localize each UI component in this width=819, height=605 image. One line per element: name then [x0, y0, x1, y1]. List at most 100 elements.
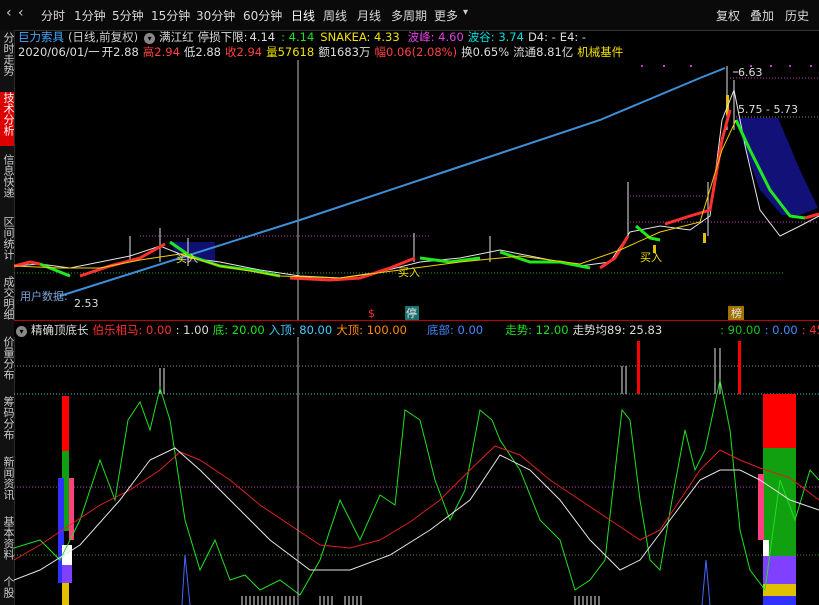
top-signals [159, 348, 721, 394]
marker-list: 榜 [731, 306, 742, 320]
quote-turnover: 换0.65% [461, 45, 510, 59]
sidebar-tab-fenshi[interactable]: 分时走势 [0, 32, 14, 86]
sep-value: : 4.14 [281, 30, 315, 44]
marker-s: $ [368, 307, 375, 320]
quote-line: 2020/06/01/一 开2.88 高2.94 低2.88 收2.94 量57618 额1… [18, 44, 627, 60]
high-price-label: 6.63 [738, 66, 763, 79]
left-bar-yellow [62, 583, 69, 605]
period-tab-monthly[interactable]: 月线 [357, 7, 381, 24]
top-dot [663, 65, 665, 67]
sidebar-tab-price-vol[interactable]: 价量分布 [0, 336, 14, 390]
red-spike [738, 341, 741, 394]
right-bar-red [763, 394, 796, 448]
zoushi-value: 走势: 12.00 [505, 323, 569, 337]
blue-signal [181, 554, 191, 605]
snakea-value: SNAKEA: 4.33 [320, 30, 400, 44]
quote-volume: 量57618 [266, 45, 315, 59]
v0-value: : 0.00 [764, 323, 798, 337]
period-tab-1min[interactable]: 1分钟 [74, 7, 106, 24]
quote-date: 2020/06/01/一 [18, 45, 100, 59]
quote-sector[interactable]: 机械基件 [577, 45, 623, 59]
fuquan-button[interactable]: 复权 [716, 7, 740, 24]
top-dot [770, 65, 772, 67]
sidebar-tab-basic[interactable]: 基本资料 [0, 516, 14, 570]
chart-mode: (日线,前复权) [68, 30, 139, 44]
red-spike [637, 341, 640, 394]
indicator-values: ▾ 精确顶底长 伯乐相马: 0.00: 1.00 底: 20.00 入顶: 80.00 大… [16, 322, 819, 338]
chevron-left-icon[interactable]: ‹ [6, 5, 12, 21]
quote-float: 流通8.81亿 [513, 45, 574, 59]
sidebar-tab-chips[interactable]: 筹码分布 [0, 396, 14, 450]
quote-change: 幅0.06(2.08%) [374, 45, 458, 59]
chevron-left-icon-2[interactable]: ‹ [18, 5, 24, 21]
quote-close: 收2.94 [225, 45, 263, 59]
indicator-header: ▾ 精确顶底长 伯乐相马: 0.00: 1.00 底: 20.00 入顶: 80.00 大… [14, 320, 819, 337]
buy-signal-2: 买入 [398, 266, 420, 279]
period-tab-30min[interactable]: 30分钟 [196, 7, 235, 24]
price-chart[interactable]: 买入 买入 买入 6.63 5.75 - 5.73 2.53 用户数据: $ 停… [14, 60, 819, 320]
bottom-blue-signals [181, 554, 711, 605]
marker-stop: 停 [406, 306, 417, 320]
left-bar-pink [69, 478, 74, 540]
v45-value: : 45.00 [801, 323, 819, 337]
period-tab-multi[interactable]: 多周期 [391, 7, 427, 24]
sidebar-tab-info[interactable]: 新闻资讯 [0, 456, 14, 510]
quote-amount: 额1683万 [318, 45, 371, 59]
dibu-value: 底部: 0.00 [426, 323, 484, 337]
overlay-button[interactable]: 叠加 [750, 7, 774, 24]
stop-value: 4.14 [249, 30, 276, 44]
sidebar-tab-technical[interactable]: 技术分析 [0, 92, 14, 146]
top-dot [789, 65, 791, 67]
right-bar-green [763, 448, 796, 556]
right-bar-white [763, 540, 769, 556]
buy-signal-3: 买入 [640, 251, 662, 264]
quote-high: 高2.94 [142, 45, 180, 59]
indicator-dropdown-icon[interactable]: ▾ [144, 33, 156, 44]
v90-value: : 90.00 [720, 323, 761, 337]
e4-value: E4: - [559, 30, 587, 44]
avg-white-line [14, 447, 819, 581]
di-value: 底: 20.00 [212, 323, 265, 337]
trough-value: 波谷: 3.74 [467, 30, 524, 44]
sidebar-tab-range[interactable]: 区间统计 [0, 216, 14, 270]
bottom-ticks [241, 596, 600, 605]
right-bar-pink [758, 474, 764, 540]
chevron-down-icon[interactable]: ▾ [463, 7, 468, 18]
sidebar-tab-trades[interactable]: 成交明细 [0, 276, 14, 330]
sidebar-tab-stock[interactable]: 个股 [0, 576, 14, 605]
top-dot [810, 65, 812, 67]
low-price-label: 2.53 [74, 297, 99, 310]
indicator-name[interactable]: 满江红 [159, 30, 194, 44]
sidebar-tab-news[interactable]: 信息快递 [0, 154, 14, 208]
left-bar-purple [62, 565, 72, 583]
period-tab-daily[interactable]: 日线 [291, 7, 315, 24]
price-line [14, 88, 819, 279]
trend-green-seg [499, 250, 591, 270]
period-tab-weekly[interactable]: 周线 [323, 7, 347, 24]
watermark-text: 用户数据: [20, 289, 68, 303]
bole-value: 伯乐相马: 0.00 [92, 323, 172, 337]
indicator-dropdown-icon-2[interactable]: ▾ [16, 326, 27, 337]
reference-lines [14, 77, 819, 274]
period-tab-5min[interactable]: 5分钟 [112, 7, 144, 24]
trend-red-seg [664, 109, 732, 226]
history-button[interactable]: 历史 [785, 7, 809, 24]
period-tab-fenshi[interactable]: 分时 [41, 7, 65, 24]
period-tab-60min[interactable]: 60分钟 [243, 7, 282, 24]
stock-name[interactable]: 巨力索具 [18, 30, 64, 44]
d4-value: D4: - [527, 30, 556, 44]
period-tab-15min[interactable]: 15分钟 [151, 7, 190, 24]
indicator-name-2[interactable]: 精确顶底长 [31, 323, 89, 337]
period-tab-more[interactable]: 更多 [434, 7, 458, 24]
one-value: : 1.00 [175, 323, 209, 337]
zoushijun-value: 走势均89: 25.83 [572, 323, 663, 337]
right-bar-yellow [763, 584, 796, 596]
indicator-chart[interactable] [14, 337, 819, 605]
candles [129, 66, 735, 266]
period-toolbar: ‹ ‹ 分时 1分钟 5分钟 15分钟 30分钟 60分钟 日线 周线 月线 多… [0, 0, 819, 31]
peak-value: 波峰: 4.60 [407, 30, 464, 44]
buy-signal-1: 买入 [176, 252, 198, 265]
quote-open: 开2.88 [101, 45, 139, 59]
yellow-candle [703, 233, 706, 243]
indicator-ref-lines [14, 365, 819, 556]
